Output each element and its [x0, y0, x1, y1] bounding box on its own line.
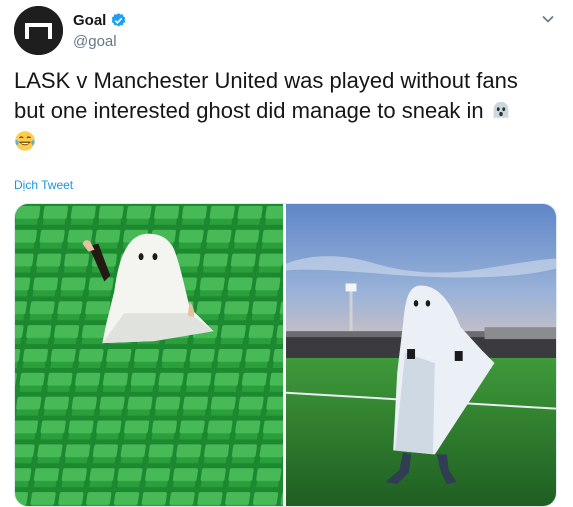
tweet-text-line-2-text: but one interested ghost did manage to s… — [14, 98, 484, 123]
tweet-text-line-3 — [14, 126, 559, 156]
avatar[interactable] — [14, 6, 63, 55]
joy-emoji-icon — [15, 131, 35, 151]
tweet-text-line-1: LASK v Manchester United was played with… — [14, 68, 518, 93]
tweet-text-line-2: but one interested ghost did manage to s… — [14, 96, 559, 126]
ghost-in-stand-photo[interactable] — [15, 204, 284, 506]
tweet-media — [14, 203, 557, 507]
ghost-emoji-icon — [493, 101, 509, 119]
ghost-on-pitch-photo[interactable] — [286, 204, 556, 506]
chevron-down-icon[interactable] — [541, 12, 555, 26]
verified-badge-icon — [112, 13, 126, 27]
translate-tweet-link[interactable]: Dịch Tweet — [14, 178, 73, 192]
display-name[interactable]: Goal — [73, 12, 106, 29]
tweet-text: LASK v Manchester United was played with… — [14, 66, 559, 156]
author-name-row: Goal — [73, 12, 127, 29]
handle[interactable]: @goal — [73, 33, 117, 50]
goal-logo-icon — [14, 6, 63, 55]
